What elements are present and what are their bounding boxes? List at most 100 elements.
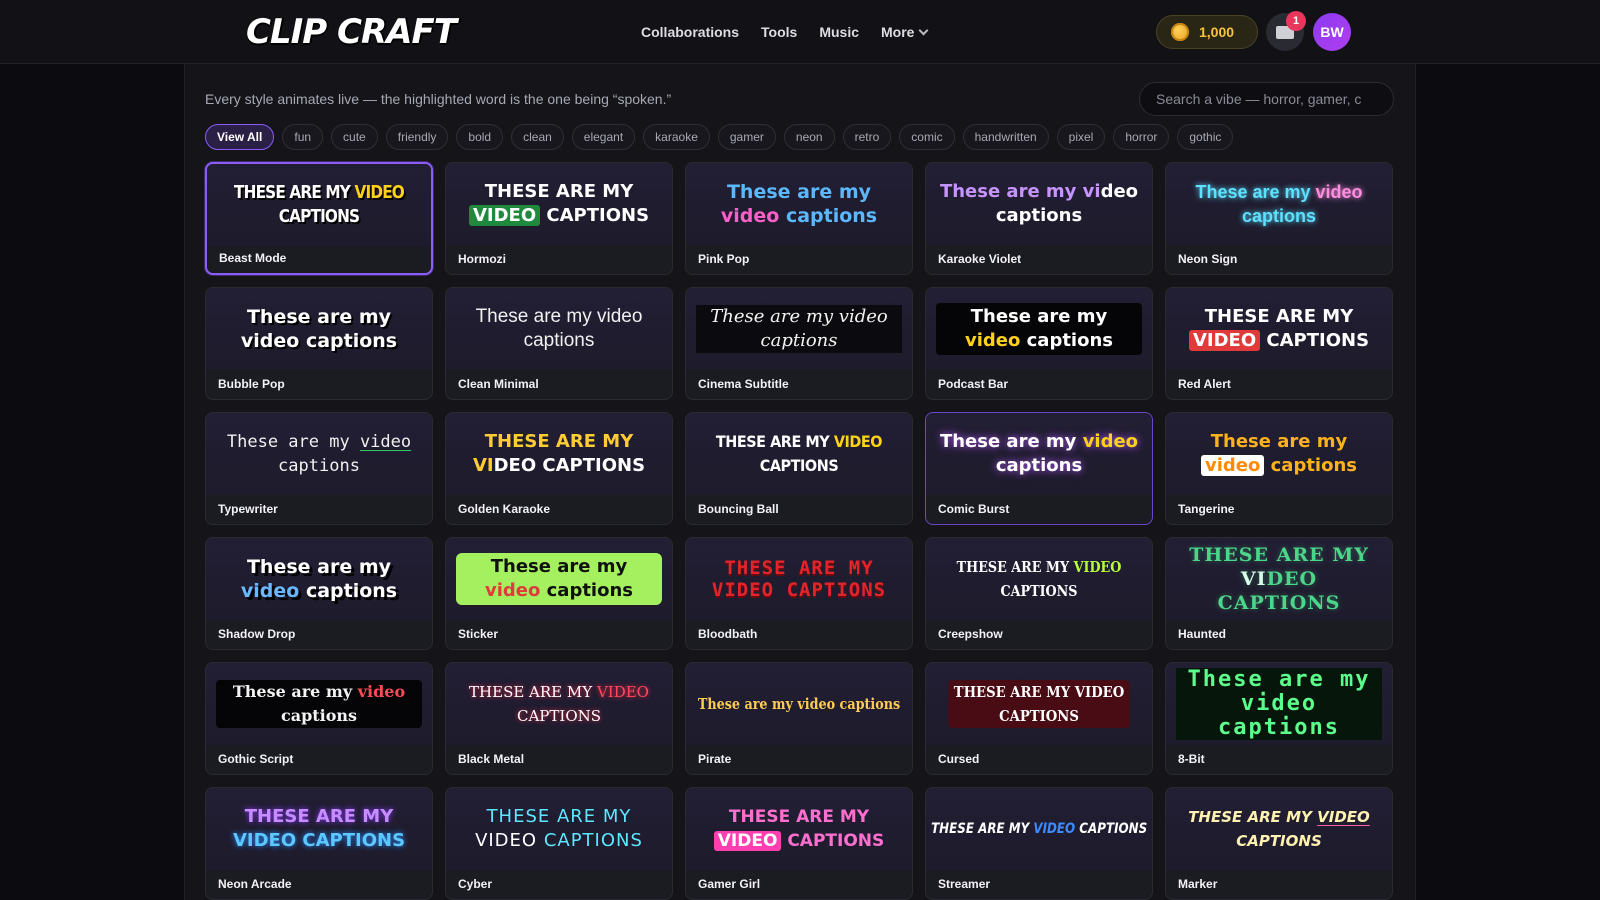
style-card-shadow-drop[interactable]: These are my video captions Shadow Drop (205, 537, 433, 650)
caption-preview: These are my video captions (926, 163, 1152, 245)
caption-preview: These are my video captions (1166, 163, 1392, 245)
style-card-tangerine[interactable]: These are my video captions Tangerine (1165, 412, 1393, 525)
filter-comic[interactable]: comic (899, 124, 955, 150)
style-card-comic-burst[interactable]: These are my video captions Comic Burst (925, 412, 1153, 525)
style-card-golden-karaoke[interactable]: THESE ARE MY VIDEO CAPTIONS Golden Karao… (445, 412, 673, 525)
caption-text: captions (540, 580, 633, 601)
style-card-red-alert[interactable]: THESE ARE MY VIDEO CAPTIONS Red Alert (1165, 287, 1393, 400)
caption-highlight-word: VI (1240, 568, 1267, 590)
style-name: Tangerine (1178, 502, 1235, 516)
style-name: Podcast Bar (938, 377, 1009, 391)
style-card-streamer[interactable]: THESE ARE MY VIDEO CAPTIONS Streamer (925, 787, 1153, 900)
caption-highlight-word: VIDEO (1188, 330, 1261, 351)
caption-text: captions (1218, 715, 1340, 740)
caption-text: These are my (970, 306, 1108, 327)
caption-text: THESE ARE MY (728, 807, 870, 827)
style-card-pirate[interactable]: These are my video captions Pirate (685, 662, 913, 775)
filter-clean[interactable]: clean (511, 124, 564, 150)
caption-preview: These are my video captions (926, 413, 1152, 495)
style-name: Haunted (1178, 627, 1226, 641)
filter-friendly[interactable]: friendly (385, 124, 449, 150)
style-card-bubble-pop[interactable]: These are my video captions Bubble Pop (205, 287, 433, 400)
style-name: Gothic Script (218, 752, 294, 766)
caption-text: DEO CAPTIONS (1217, 568, 1341, 614)
style-card-cinema-subtitle[interactable]: These are my video captions Cinema Subti… (685, 287, 913, 400)
filter-horror[interactable]: horror (1113, 124, 1170, 150)
style-name: Beast Mode (219, 251, 287, 265)
style-card-gamer-girl[interactable]: THESE ARE MY VIDEO CAPTIONS Gamer Girl (685, 787, 913, 900)
caption-text: THESE ARE MY (469, 683, 597, 701)
filter-fun[interactable]: fun (282, 124, 324, 150)
vibe-search-input[interactable] (1139, 82, 1394, 116)
nav-music[interactable]: Music (819, 24, 859, 40)
caption-text: captions (278, 456, 360, 476)
style-card-karaoke-violet[interactable]: These are my video captions Karaoke Viol… (925, 162, 1153, 275)
style-name: Karaoke Violet (938, 252, 1022, 266)
caption-text: CAPTIONS (536, 455, 646, 476)
nav-tools[interactable]: Tools (761, 24, 797, 40)
caption-highlight-word: VIDEO (1073, 558, 1122, 576)
style-card-gothic-script[interactable]: These are my video captions Gothic Scrip… (205, 662, 433, 775)
caption-text: CAPTIONS (781, 831, 885, 851)
style-name: Hormozi (458, 252, 506, 266)
caption-text: THESE ARE MY (930, 821, 1034, 837)
clip-craft-logo[interactable]: CLIP CRAFT (246, 12, 457, 52)
style-card-8-bit[interactable]: These are my video captions 8-Bit (1165, 662, 1393, 775)
style-card-bouncing-ball[interactable]: THESE ARE MY VIDEO CAPTIONS Bouncing Bal… (685, 412, 913, 525)
caption-text: captions (779, 205, 878, 227)
caption-highlight-word: video (838, 306, 888, 327)
style-card-hormozi[interactable]: THESE ARE MY VIDEO CAPTIONS Hormozi (445, 162, 673, 275)
style-card-beast-mode[interactable]: THESE ARE MY VIDEO CAPTIONS Beast Mode (205, 162, 433, 275)
caption-text: captions (835, 695, 901, 713)
caption-text: captions (299, 330, 398, 352)
filter-view-all[interactable]: View All (205, 124, 275, 150)
style-card-sticker[interactable]: These are my video captions Sticker (445, 537, 673, 650)
filter-retro[interactable]: retro (842, 124, 892, 150)
caption-text: captions (523, 330, 595, 351)
nav-more[interactable]: More (881, 24, 929, 40)
caption-text: CAPTIONS (1075, 821, 1148, 837)
filter-pixel[interactable]: pixel (1056, 124, 1106, 150)
style-card-bloodbath[interactable]: THESE ARE MY VIDEO CAPTIONS Bloodbath (685, 537, 913, 650)
caption-text: captions (995, 205, 1083, 226)
caption-text: CAPTIONS (759, 456, 839, 475)
caption-preview: THESE ARE MY VIDEO CAPTIONS (686, 413, 912, 495)
nav-collaborations[interactable]: Collaborations (641, 24, 739, 40)
filter-cute[interactable]: cute (331, 124, 378, 150)
style-card-pink-pop[interactable]: These are my video captions Pink Pop (685, 162, 913, 275)
style-card-neon-arcade[interactable]: THESE ARE MY VIDEO CAPTIONS Neon Arcade (205, 787, 433, 900)
style-card-haunted[interactable]: THESE ARE MY VIDEO CAPTIONS Haunted (1165, 537, 1393, 650)
style-card-marker[interactable]: THESE ARE MY VIDEO CAPTIONS Marker (1165, 787, 1393, 900)
filter-handwritten[interactable]: handwritten (962, 124, 1049, 150)
caption-text: captions (995, 455, 1083, 476)
user-avatar[interactable]: BW (1313, 13, 1351, 51)
filter-elegant[interactable]: elegant (571, 124, 636, 150)
style-card-neon-sign[interactable]: These are my video captions Neon Sign (1165, 162, 1393, 275)
coin-balance: 1,000 (1199, 24, 1235, 40)
style-card-creepshow[interactable]: THESE ARE MY VIDEO CAPTIONS Creepshow (925, 537, 1153, 650)
style-card-clean-minimal[interactable]: These are my video captions Clean Minima… (445, 287, 673, 400)
caption-preview: These are my video captions (1166, 413, 1392, 495)
style-card-typewriter[interactable]: These are my video captions Typewriter (205, 412, 433, 525)
filter-gamer[interactable]: gamer (717, 124, 776, 150)
caption-preview: THESE ARE MY VIDEO CAPTIONS (446, 663, 672, 745)
caption-text: These are my (490, 556, 628, 577)
caption-highlight-word: video (240, 580, 300, 602)
coin-balance-button[interactable]: 1,000 (1156, 15, 1258, 49)
style-card-podcast-bar[interactable]: These are my video captions Podcast Bar (925, 287, 1153, 400)
style-card-cyber[interactable]: THESE ARE MY VIDEO CAPTIONS Cyber (445, 787, 673, 900)
style-card-cursed[interactable]: THESE ARE MY VIDEO CAPTIONS Cursed (925, 662, 1153, 775)
caption-text: These are my (246, 556, 392, 578)
style-name: Neon Arcade (218, 877, 292, 891)
filter-karaoke[interactable]: karaoke (643, 124, 710, 150)
filter-bold[interactable]: bold (456, 124, 504, 150)
style-card-black-metal[interactable]: THESE ARE MY VIDEO CAPTIONS Black Metal (445, 662, 673, 775)
style-name: Comic Burst (938, 502, 1010, 516)
caption-preview: These are my video captions (206, 288, 432, 370)
filter-neon[interactable]: neon (783, 124, 835, 150)
caption-highlight-word: video (484, 580, 541, 601)
filter-gothic[interactable]: gothic (1177, 124, 1234, 150)
style-name: Creepshow (938, 627, 1003, 641)
caption-text: CAPTIONS (278, 206, 360, 227)
filter-chips: View All fun cute friendly bold clean el… (205, 124, 1234, 150)
